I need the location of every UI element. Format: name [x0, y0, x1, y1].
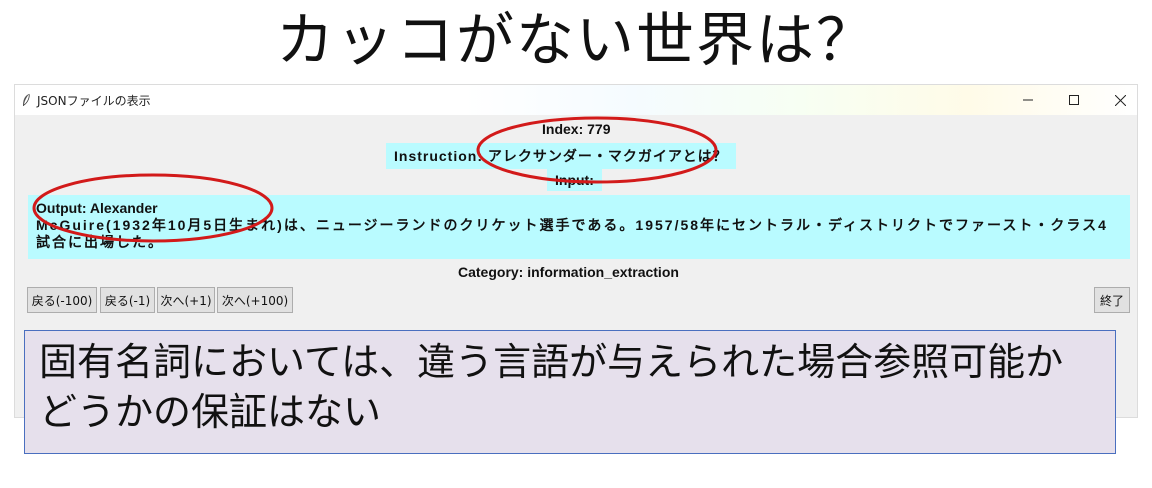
next-1-button[interactable]: 次へ(+1) — [157, 287, 215, 313]
index-label: Index: 779 — [542, 121, 611, 137]
maximize-icon — [1069, 95, 1079, 105]
minimize-icon — [1023, 99, 1033, 101]
caption-box: 固有名詞においては、違う言語が与えられた場合参照可能かどうかの保証はない — [24, 330, 1116, 454]
slide: カッコがない世界は？ JSONファイルの表示 Index: 779 Instru… — [0, 0, 1152, 488]
back-1-button[interactable]: 戻る(-1) — [100, 287, 155, 313]
minimize-button[interactable] — [1005, 85, 1051, 115]
next-100-button[interactable]: 次へ(+100) — [217, 287, 293, 313]
back-100-button[interactable]: 戻る(-100) — [27, 287, 97, 313]
instruction-label: Instruction: アレクサンダー・マクガイアとは？ — [386, 143, 736, 169]
output-body: McGuire(1932年10月5日生まれ)は、ニュージーランドのクリケット選手… — [36, 217, 1108, 250]
input-label: Input: — [547, 169, 602, 191]
close-button[interactable] — [1097, 85, 1143, 115]
window-title: JSONファイルの表示 — [37, 94, 151, 108]
output-text: Output: Alexander McGuire(1932年10月5日生まれ)… — [28, 195, 1130, 259]
output-first-line: Output: Alexander — [36, 200, 158, 216]
slide-title: カッコがない世界は？ — [275, 6, 876, 74]
quit-button[interactable]: 終了 — [1094, 287, 1130, 313]
close-icon — [1114, 94, 1126, 106]
maximize-button[interactable] — [1051, 85, 1097, 115]
feather-icon — [23, 93, 30, 106]
title-bar: JSONファイルの表示 — [15, 85, 1137, 115]
category-label: Category: information_extraction — [458, 264, 679, 280]
